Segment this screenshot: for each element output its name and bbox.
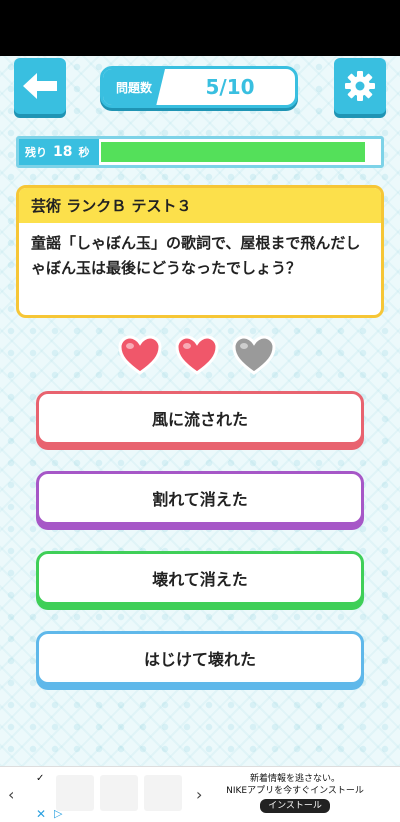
back-arrow-icon <box>23 73 57 99</box>
question-text: 童謡「しゃぼん玉」の歌詞で、屋根まで飛んだしゃぼん玉は最後にどうなったでしょう？ <box>31 234 361 277</box>
timer-fill <box>101 142 366 162</box>
question-category: 芸術 ランクＢ テスト３ <box>19 188 381 223</box>
gear-icon <box>345 71 375 101</box>
question-card: 芸術 ランクＢ テスト３ 童謡「しゃぼん玉」の歌詞で、屋根まで飛んだしゃぼん玉は… <box>16 185 384 318</box>
time-remaining-label: 残り 18 秒 <box>19 139 100 165</box>
ad-install-button[interactable]: インストール <box>260 799 330 813</box>
ad-close-icon[interactable]: ✕ <box>36 807 46 821</box>
back-button[interactable] <box>14 58 66 114</box>
ad-line-2: NIKEアプリを今すぐインストール <box>226 786 364 796</box>
ad-product-image <box>100 775 138 811</box>
time-remaining-bar: 残り 18 秒 <box>16 136 384 168</box>
status-bar <box>0 0 400 56</box>
ad-banner[interactable]: ✓ ‹ › 新着情報を逃さない。 NIKEアプリを今すぐインストール インストー… <box>0 766 400 822</box>
lives-indicator <box>118 334 288 378</box>
heart-icon <box>175 335 219 375</box>
ad-product-image <box>56 775 94 811</box>
ad-brand-logo: ✓ <box>36 773 45 784</box>
question-counter-value: 5/10 <box>205 75 255 99</box>
question-counter: 問題数 5/10 <box>100 66 298 108</box>
ad-next-arrow-icon[interactable]: › <box>196 785 202 804</box>
answer-option-2[interactable]: 割れて消えた <box>36 471 364 525</box>
answer-option-1[interactable]: 風に流された <box>36 391 364 445</box>
answer-option-4[interactable]: はじけて壊れた <box>36 631 364 685</box>
heart-empty-icon <box>232 335 276 375</box>
timer-track <box>101 142 379 162</box>
ad-play-icon[interactable]: ▷ <box>54 807 62 820</box>
settings-button[interactable] <box>334 58 386 114</box>
ad-text: 新着情報を逃さない。 NIKEアプリを今すぐインストール インストール <box>210 773 380 813</box>
answer-option-3[interactable]: 壊れて消えた <box>36 551 364 605</box>
heart-icon <box>118 335 162 375</box>
time-remaining-suffix: 秒 <box>78 146 90 159</box>
question-counter-label: 問題数 <box>103 69 165 105</box>
time-remaining-prefix: 残り <box>25 146 47 159</box>
time-remaining-seconds: 18 <box>53 144 73 160</box>
quiz-screen: 問題数 5/10 残り 18 秒 芸術 ランクＢ テスト３ 童謡「しゃぼん玉」の… <box>0 56 400 766</box>
ad-product-image <box>144 775 182 811</box>
ad-prev-arrow-icon[interactable]: ‹ <box>8 785 14 804</box>
ad-line-1: 新着情報を逃さない。 <box>249 774 340 784</box>
